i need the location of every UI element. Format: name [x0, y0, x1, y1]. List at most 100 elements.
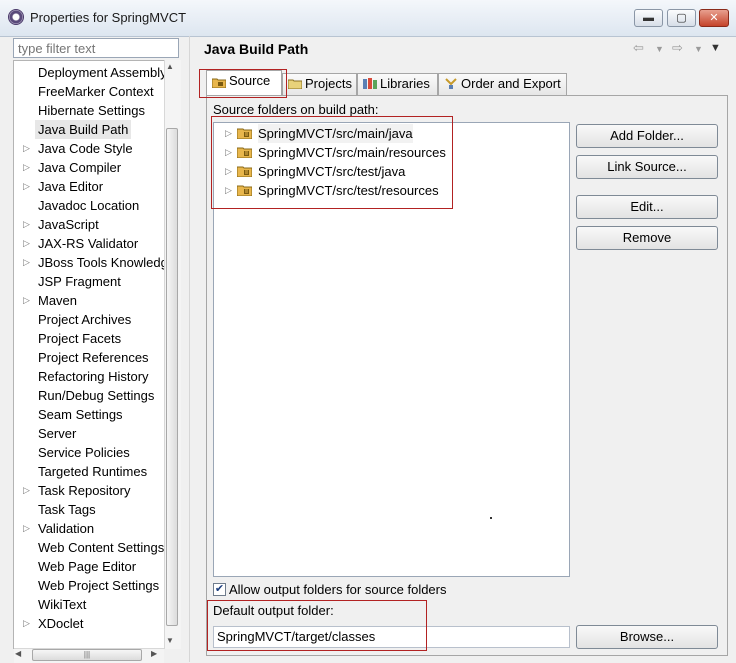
highlight-box-source-tab [199, 69, 287, 98]
tab-projects[interactable]: Projects [282, 73, 357, 95]
expand-arrow-icon[interactable]: ▷ [23, 519, 30, 538]
back-arrow-icon[interactable]: ⇦ [633, 40, 644, 56]
tree-item-label: Project Archives [38, 312, 132, 327]
tree-item[interactable]: ▷ Java Compiler [14, 158, 164, 177]
allow-output-folders-checkbox[interactable]: ✔ [213, 583, 226, 596]
properties-tree: Deployment Assembly FreeMarker Context Hib… [13, 60, 180, 649]
tree-item-label: FreeMarker Context [38, 84, 154, 99]
tree-item[interactable]: Task Tags [14, 500, 164, 519]
tab-order-and-export[interactable]: Order and Export [438, 73, 567, 95]
tree-item[interactable]: Project References [14, 348, 164, 367]
libraries-books-icon [363, 78, 377, 89]
tree-item[interactable]: ▷ Task Repository [14, 481, 164, 500]
tree-item[interactable]: ▷ JAX-RS Validator [14, 234, 164, 253]
maximize-button[interactable]: ▢ [667, 9, 696, 27]
tree-item[interactable]: Server [14, 424, 164, 443]
expand-arrow-icon[interactable]: ▷ [23, 139, 30, 158]
tree-item[interactable]: ▷ Java Editor [14, 177, 164, 196]
tree-item[interactable]: FreeMarker Context [14, 82, 164, 101]
tree-item-label: Targeted Runtimes [38, 464, 148, 479]
back-menu-chevron-icon[interactable]: ▼ [655, 44, 664, 54]
tree-item-label: Server [38, 426, 77, 441]
tree-item-label: Java Editor [38, 179, 104, 194]
browse-button[interactable]: Browse... [576, 625, 718, 649]
expand-arrow-icon[interactable]: ▷ [23, 481, 30, 500]
expand-arrow-icon[interactable]: ▷ [23, 614, 30, 633]
tree-item[interactable]: Service Policies [14, 443, 164, 462]
tree-item-label: Web Content Settings [38, 540, 165, 555]
remove-button[interactable]: Remove [576, 226, 718, 250]
expand-arrow-icon[interactable]: ▷ [23, 291, 30, 310]
view-menu-icon[interactable]: ▼ [710, 42, 721, 54]
tree-item-label: JBoss Tools Knowledg [38, 255, 168, 270]
tree-item-label: Refactoring History [38, 369, 149, 384]
tree-item[interactable]: Targeted Runtimes [14, 462, 164, 481]
tree-item-label: Project Facets [38, 331, 122, 346]
projects-folder-icon [288, 79, 302, 89]
tab-libraries-label: Libraries [380, 76, 430, 91]
tree-item-label: Java Build Path [35, 120, 132, 139]
tree-item[interactable]: Hibernate Settings [14, 101, 164, 120]
scroll-left-arrow-icon[interactable]: ◀ [15, 649, 21, 658]
tree-item-label: Seam Settings [38, 407, 123, 422]
forward-menu-chevron-icon[interactable]: ▼ [694, 44, 703, 54]
tree-item[interactable]: ▷ JBoss Tools Knowledg [14, 253, 168, 272]
tree-item[interactable]: Run/Debug Settings [14, 386, 164, 405]
tree-item[interactable]: ▷ Java Code Style [14, 139, 164, 158]
tree-scroll-thumb[interactable] [166, 128, 178, 626]
expand-arrow-icon[interactable]: ▷ [23, 215, 30, 234]
tree-item[interactable]: Web Page Editor [14, 557, 164, 576]
page-title: Java Build Path [204, 41, 309, 57]
tree-item-label: Run/Debug Settings [38, 388, 155, 403]
tree-hscroll-thumb[interactable]: ||| [32, 649, 142, 661]
allow-output-folders-label: Allow output folders for source folders [229, 582, 447, 597]
tree-item[interactable]: Refactoring History [14, 367, 164, 386]
close-button[interactable]: ✕ [699, 9, 729, 27]
tree-item[interactable]: Deployment Assembly [14, 63, 167, 82]
pane-divider[interactable] [189, 36, 190, 662]
edit-button[interactable]: Edit... [576, 195, 718, 219]
tree-item-label: Task Tags [38, 502, 96, 517]
tree-item-label: Task Repository [38, 483, 131, 498]
tree-item[interactable]: ▷ JavaScript [14, 215, 164, 234]
tree-item-label: JSP Fragment [38, 274, 121, 289]
scroll-up-arrow-icon[interactable]: ▲ [166, 62, 174, 71]
tree-item[interactable]: Project Archives [14, 310, 164, 329]
tab-libraries[interactable]: Libraries [357, 73, 438, 95]
expand-arrow-icon[interactable]: ▷ [23, 253, 30, 272]
filter-input[interactable] [13, 38, 179, 58]
stray-dot [490, 517, 492, 519]
expand-arrow-icon[interactable]: ▷ [23, 234, 30, 253]
tab-order-and-export-label: Order and Export [461, 76, 561, 91]
tree-item[interactable]: Web Project Settings [14, 576, 164, 595]
tree-item[interactable]: Javadoc Location [14, 196, 164, 215]
tree-item[interactable]: WikiText [14, 595, 164, 614]
tab-projects-label: Projects [305, 76, 352, 91]
tree-item[interactable]: Web Content Settings [14, 538, 164, 557]
tree-item[interactable]: JSP Fragment [14, 272, 164, 291]
expand-arrow-icon[interactable]: ▷ [23, 177, 30, 196]
tree-item[interactable]: Seam Settings [14, 405, 164, 424]
tree-item[interactable]: ▷ Validation [14, 519, 164, 538]
tree-item-label: Web Project Settings [38, 578, 160, 593]
minimize-button[interactable]: ▬ [634, 9, 663, 27]
add-folder-button[interactable]: Add Folder... [576, 124, 718, 148]
tree-item[interactable]: ▷ XDoclet [14, 614, 164, 633]
scroll-down-arrow-icon[interactable]: ▼ [166, 636, 174, 645]
tree-item[interactable]: Java Build Path [14, 120, 164, 139]
tree-item-label: Hibernate Settings [38, 103, 145, 118]
tree-item-label: Validation [38, 521, 95, 536]
scroll-right-arrow-icon[interactable]: ▶ [151, 649, 157, 658]
tree-item-label: Javadoc Location [38, 198, 140, 213]
highlight-box-source-folders [211, 116, 453, 209]
forward-arrow-icon[interactable]: ⇨ [672, 40, 683, 56]
order-export-icon [445, 78, 457, 89]
tree-item[interactable]: Project Facets [14, 329, 164, 348]
tree-item-label: Maven [38, 293, 78, 308]
window-title: Properties for SpringMVCT [30, 10, 187, 25]
tree-item-label: JavaScript [38, 217, 99, 232]
source-folders-label: Source folders on build path: [213, 102, 379, 117]
tree-item[interactable]: ▷ Maven [14, 291, 164, 310]
link-source-button[interactable]: Link Source... [576, 155, 718, 179]
expand-arrow-icon[interactable]: ▷ [23, 158, 30, 177]
